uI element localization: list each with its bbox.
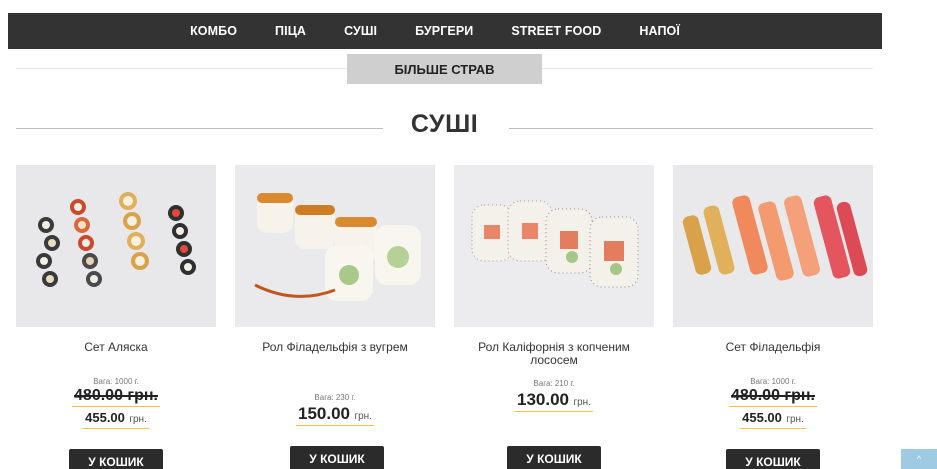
product-image[interactable] bbox=[673, 165, 873, 327]
product-price: 150.00 грн. bbox=[296, 404, 374, 426]
nav-item-burgers[interactable]: БУРГЕРИ bbox=[396, 24, 492, 38]
product-card: Сет Аляска Вага: 1000 г. 480.00 грн. 455… bbox=[16, 165, 216, 429]
product-old-price: 480.00 грн. bbox=[729, 387, 817, 407]
nav-item-combo[interactable]: КОМБО bbox=[171, 24, 256, 38]
product-title[interactable]: Рол Каліфорнія з копченим лососем bbox=[454, 341, 654, 371]
product-weight: Вага: 230 г. bbox=[314, 393, 356, 402]
product-price: 130.00 грн. bbox=[515, 390, 593, 412]
roll-eel-illustration bbox=[235, 165, 435, 327]
product-title[interactable]: Сет Аляска bbox=[16, 341, 216, 371]
price-value: 150.00 bbox=[298, 404, 351, 423]
product-card: Рол Каліфорнія з копченим лососем Вага: … bbox=[454, 165, 654, 412]
section-title: СУШІ bbox=[410, 110, 479, 138]
product-image[interactable] bbox=[235, 165, 435, 327]
price-currency: грн. bbox=[573, 397, 591, 408]
product-image[interactable] bbox=[16, 165, 216, 327]
product-card: Сет Філадельфія Вага: 1000 г. 480.00 грн… bbox=[673, 165, 873, 429]
nav-item-street-food[interactable]: STREET FOOD bbox=[492, 24, 620, 38]
nav-item-pizza[interactable]: ПІЦА bbox=[256, 24, 325, 38]
section-header: СУШІ bbox=[16, 110, 873, 144]
add-to-cart-button[interactable]: У КОШИК bbox=[69, 449, 163, 469]
price-currency: грн. bbox=[354, 411, 372, 422]
nav-item-drinks[interactable]: НАПОЇ bbox=[620, 24, 699, 38]
add-to-cart-button[interactable]: У КОШИК bbox=[507, 446, 601, 469]
product-old-price: 480.00 грн. bbox=[72, 387, 160, 407]
product-price: 455.00 грн. bbox=[740, 409, 806, 429]
product-title[interactable]: Рол Філадельфія з вугрем bbox=[235, 341, 435, 371]
chevron-up-icon: ^ bbox=[916, 454, 922, 464]
add-to-cart-button[interactable]: У КОШИК bbox=[726, 449, 820, 469]
price-value: 455.00 bbox=[85, 410, 125, 425]
nav-item-sushi[interactable]: СУШІ bbox=[325, 24, 396, 38]
product-card: Рол Філадельфія з вугрем Вага: 230 г. 15… bbox=[235, 165, 435, 426]
add-to-cart-button[interactable]: У КОШИК bbox=[290, 446, 384, 469]
product-weight: Вага: 1000 г. bbox=[93, 377, 139, 386]
price-value: 455.00 bbox=[742, 410, 782, 425]
scroll-to-top-button[interactable]: ^ bbox=[901, 449, 937, 469]
sushi-set-illustration bbox=[16, 165, 216, 327]
main-navbar: КОМБО ПІЦА СУШІ БУРГЕРИ STREET FOOD НАПО… bbox=[8, 13, 882, 49]
nav-menu: КОМБО ПІЦА СУШІ БУРГЕРИ STREET FOOD НАПО… bbox=[171, 24, 699, 38]
product-title[interactable]: Сет Філадельфія bbox=[673, 341, 873, 371]
roll-california-illustration bbox=[454, 165, 654, 327]
product-weight: Вага: 210 г. bbox=[533, 379, 575, 388]
philadelphia-set-illustration bbox=[673, 165, 873, 327]
product-weight: Вага: 1000 г. bbox=[750, 377, 796, 386]
more-dishes-button[interactable]: БІЛЬШЕ СТРАВ bbox=[347, 54, 542, 84]
product-image[interactable] bbox=[454, 165, 654, 327]
price-value: 130.00 bbox=[517, 390, 570, 409]
price-currency: грн. bbox=[786, 414, 804, 425]
price-currency: грн. bbox=[129, 414, 147, 425]
product-price: 455.00 грн. bbox=[83, 409, 149, 429]
